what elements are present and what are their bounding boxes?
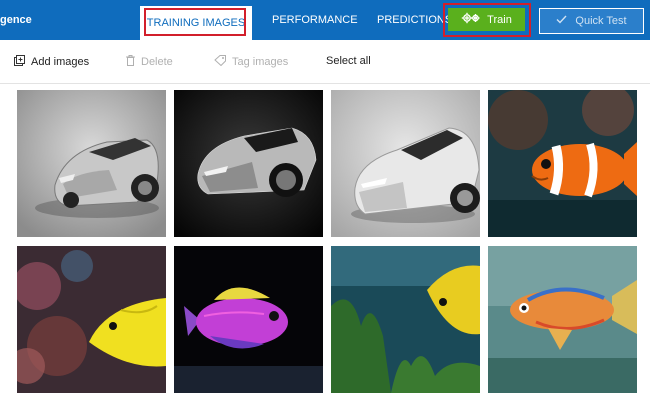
train-button-label: Train — [487, 13, 512, 26]
quick-test-label: Quick Test — [575, 15, 627, 27]
quick-test-button[interactable]: Quick Test — [539, 8, 644, 34]
fish-image — [488, 246, 637, 393]
add-image-icon — [14, 55, 25, 69]
image-tile[interactable] — [331, 246, 480, 393]
add-images-label: Add images — [31, 56, 90, 68]
image-tile[interactable] — [174, 246, 323, 393]
image-grid — [17, 90, 637, 400]
tag-images-label: Tag images — [232, 56, 289, 68]
highlight-box — [144, 8, 246, 36]
image-tile[interactable] — [488, 246, 637, 393]
train-highlight-box: Train — [443, 3, 531, 37]
app-brand: gence — [0, 14, 32, 26]
car-image — [174, 90, 323, 237]
image-tile[interactable] — [488, 90, 637, 237]
car-image — [331, 90, 480, 237]
image-tile[interactable] — [17, 90, 166, 237]
tab-performance-label: PERFORMANCE — [272, 14, 358, 26]
trash-icon — [126, 55, 135, 69]
image-tile[interactable] — [331, 90, 480, 237]
checkmark-icon — [556, 15, 567, 27]
tag-images-button[interactable]: Tag images — [214, 55, 288, 69]
tab-predictions[interactable]: PREDICTIONS — [377, 0, 452, 40]
train-button[interactable]: Train — [448, 8, 525, 31]
delete-button[interactable]: Delete — [126, 55, 173, 69]
fish-image — [331, 246, 480, 393]
gears-icon — [461, 12, 481, 27]
toolbar: Add images Delete Tag images Select all — [0, 40, 650, 84]
fish-image — [174, 246, 323, 393]
car-image — [17, 90, 166, 237]
tag-icon — [214, 55, 226, 69]
delete-label: Delete — [141, 56, 173, 68]
select-all-button[interactable]: Select all — [326, 55, 371, 67]
top-bar: gence TRAINING IMAGES PERFORMANCE PREDIC… — [0, 0, 650, 40]
add-images-button[interactable]: Add images — [14, 55, 89, 69]
tab-predictions-label: PREDICTIONS — [377, 14, 453, 26]
tab-training-images[interactable]: TRAINING IMAGES — [140, 6, 252, 40]
fish-image — [17, 246, 166, 393]
fish-image — [488, 90, 637, 237]
select-all-label: Select all — [326, 55, 371, 67]
image-tile[interactable] — [17, 246, 166, 393]
tab-performance[interactable]: PERFORMANCE — [272, 0, 358, 40]
image-tile[interactable] — [174, 90, 323, 237]
